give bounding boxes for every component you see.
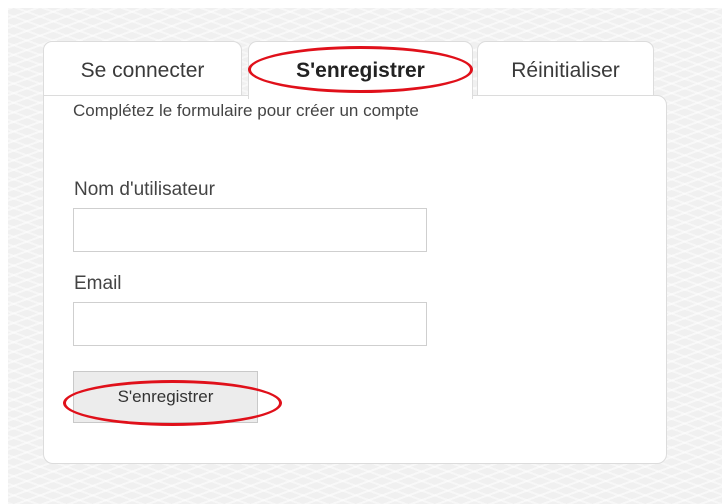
form-intro-text: Complétez le formulaire pour créer un co… bbox=[73, 101, 419, 120]
email-label: Email bbox=[74, 273, 122, 294]
tab-register[interactable]: S'enregistrer bbox=[248, 41, 473, 99]
tab-reset-label: Réinitialiser bbox=[511, 58, 620, 82]
email-input[interactable] bbox=[73, 302, 427, 346]
username-input[interactable] bbox=[73, 208, 427, 252]
tab-login-label: Se connecter bbox=[80, 58, 205, 82]
tab-reset[interactable]: Réinitialiser bbox=[477, 41, 654, 99]
register-button[interactable]: S'enregistrer bbox=[73, 371, 258, 423]
tab-register-label: S'enregistrer bbox=[296, 58, 425, 82]
username-label: Nom d'utilisateur bbox=[74, 179, 215, 200]
account-widget: Se connecter Réinitialiser S'enregistrer… bbox=[43, 37, 667, 464]
tab-login[interactable]: Se connecter bbox=[43, 41, 242, 99]
